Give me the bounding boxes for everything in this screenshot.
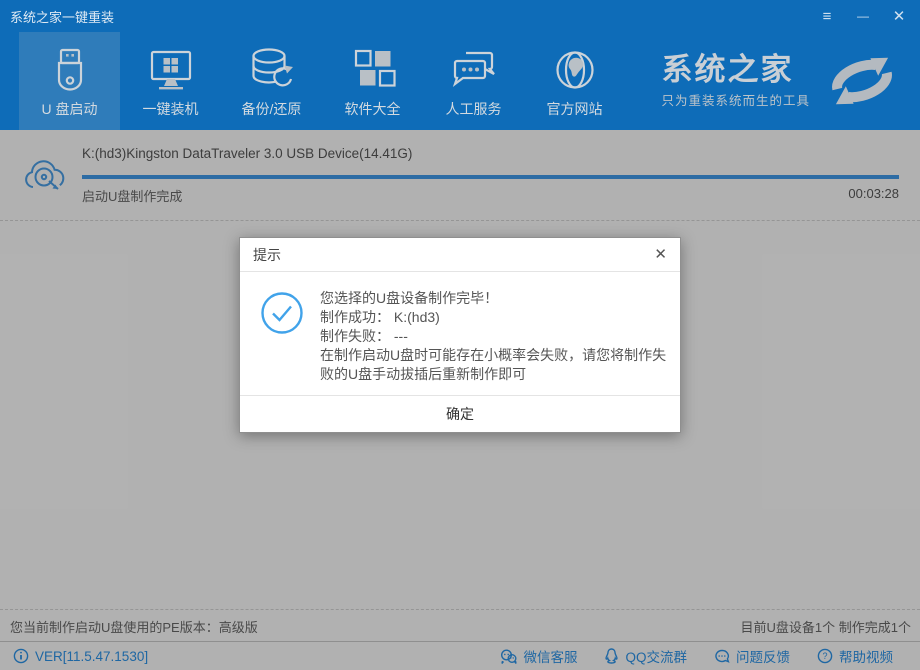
usb-drive-icon [46,45,94,95]
brand-name: 系统之家 [661,53,810,87]
app-window: 系统之家一键重装 ≡ — ✕ U 盘启动 一键装机 备份/还原 软件大全 人工服务 官方网… [0,0,920,670]
monitor-windows-icon [145,45,197,95]
result-dialog: 提示 ✕ 您选择的U盘设备制作完毕！制作成功： K:(hd3)制作失败： ---… [239,237,681,433]
nav-tabs: U 盘启动 一键装机 备份/还原 软件大全 人工服务 官方网站 [19,32,625,130]
main-nav: U 盘启动 一键装机 备份/还原 软件大全 人工服务 官方网站 系统之家 只为重装系统而生… [0,32,920,130]
nav-tab-label: 人工服务 [446,99,502,119]
nav-tab-label: 备份/还原 [242,99,302,119]
window-title: 系统之家一键重装 [0,7,114,26]
globe-icon [551,45,599,95]
nav-tab-4[interactable]: 软件大全 [322,32,423,130]
dialog-message-line: 在制作启动U盘时可能存在小概率会失败，请您将制作失败的U盘手动拔插后重新制作即可 [320,346,668,384]
brand-logo: 系统之家 只为重装系统而生的工具 [661,32,920,130]
nav-tab-2[interactable]: 一键装机 [120,32,221,130]
dialog-title: 提示 [253,245,281,265]
titlebar: 系统之家一键重装 ≡ — ✕ [0,0,920,32]
window-controls: ≡ — ✕ [816,9,920,24]
nav-tab-5[interactable]: 人工服务 [423,32,524,130]
nav-tab-label: 官方网站 [547,99,603,119]
chat-bubbles-icon [449,45,499,95]
content-area: K:(hd3)Kingston DataTraveler 3.0 USB Dev… [0,130,920,670]
nav-tab-6[interactable]: 官方网站 [524,32,625,130]
dialog-close-icon[interactable]: ✕ [654,247,667,262]
app-grid-icon [347,45,399,95]
dialog-message: 您选择的U盘设备制作完毕！制作成功： K:(hd3)制作失败： ---在制作启动… [320,289,668,387]
nav-tab-label: 一键装机 [143,99,199,119]
success-check-icon [260,289,304,387]
ok-button[interactable]: 确定 [406,398,514,430]
database-restore-icon [246,45,298,95]
swap-arrows-icon [820,52,904,110]
minimize-icon[interactable]: — [852,10,874,22]
nav-tab-1[interactable]: U 盘启动 [19,32,120,130]
nav-tab-3[interactable]: 备份/还原 [221,32,322,130]
dialog-body: 您选择的U盘设备制作完毕！制作成功： K:(hd3)制作失败： ---在制作启动… [240,272,680,395]
dialog-message-line: 制作失败： --- [320,327,668,346]
dialog-message-line: 制作成功： K:(hd3) [320,308,668,327]
brand-tagline: 只为重装系统而生的工具 [661,90,810,109]
nav-tab-label: U 盘启动 [42,99,98,119]
dialog-message-line: 您选择的U盘设备制作完毕！ [320,289,668,308]
dialog-header: 提示 ✕ [240,238,680,272]
close-icon[interactable]: ✕ [888,9,910,24]
menu-icon[interactable]: ≡ [816,9,838,24]
dialog-footer: 确定 [240,395,680,432]
nav-tab-label: 软件大全 [345,99,401,119]
